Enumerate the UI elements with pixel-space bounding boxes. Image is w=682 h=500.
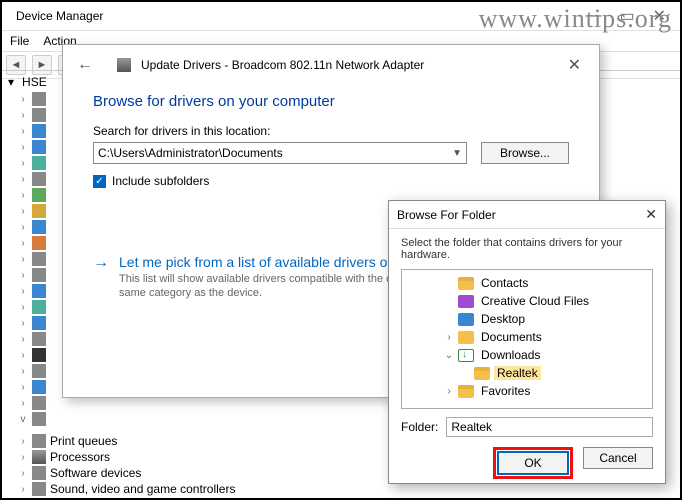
- search-label: Search for drivers in this location:: [93, 124, 569, 138]
- window-title: Device Manager: [16, 9, 103, 23]
- software-devices-icon: [32, 466, 46, 480]
- folder-label: Contacts: [478, 276, 531, 290]
- checkmark-icon: ✓: [93, 175, 106, 188]
- maximize-icon[interactable]: ▭: [613, 6, 640, 26]
- device-category-icon: [32, 316, 46, 330]
- close-icon[interactable]: ✕: [564, 55, 585, 75]
- device-category-icon: [32, 380, 46, 394]
- device-category-icon: [32, 396, 46, 410]
- folder-label: Downloads: [478, 348, 543, 362]
- back-icon[interactable]: ←: [77, 56, 93, 74]
- folder-tree-item[interactable]: Creative Cloud Files: [402, 292, 652, 310]
- include-subfolders-checkbox[interactable]: ✓ Include subfolders: [93, 174, 569, 188]
- menu-file[interactable]: File: [10, 34, 29, 48]
- device-category-icon: [32, 284, 46, 298]
- folder-tree-item[interactable]: Desktop: [402, 310, 652, 328]
- processors-icon: [32, 450, 46, 464]
- cancel-button[interactable]: Cancel: [583, 447, 653, 469]
- browse-button[interactable]: Browse...: [481, 142, 569, 164]
- sound-controllers-icon: [32, 482, 46, 496]
- device-category-icon: [32, 156, 46, 170]
- arrow-right-icon: →: [93, 254, 109, 301]
- pick-link-subtext: This list will show available drivers co…: [119, 272, 398, 301]
- device-category-icon: [32, 412, 46, 426]
- device-category-icon: [32, 236, 46, 250]
- chevron-down-icon: ▼: [452, 148, 462, 159]
- dialog-heading: Browse for drivers on your computer: [63, 81, 599, 124]
- bff-message: Select the folder that contains drivers …: [389, 229, 665, 263]
- device-category-icon: [32, 108, 46, 122]
- device-category-icon: [32, 188, 46, 202]
- driver-icon: [117, 58, 131, 72]
- desk-icon: [458, 313, 474, 326]
- device-category-icon: [32, 364, 46, 378]
- device-category-icon: [32, 204, 46, 218]
- tree-label: Print queues: [50, 434, 117, 448]
- include-subfolders-label: Include subfolders: [112, 174, 209, 188]
- folder-icon: [474, 367, 490, 380]
- tree-label: Sound, video and game controllers: [50, 482, 235, 496]
- device-category-icon: [32, 124, 46, 138]
- minimize-icon[interactable]: —: [579, 7, 607, 25]
- device-category-icon: [32, 140, 46, 154]
- device-category-icon: [32, 348, 46, 362]
- folder-icon: [458, 277, 474, 290]
- folder-tree-item[interactable]: › Favorites: [402, 382, 652, 400]
- folder-label: Desktop: [478, 312, 528, 326]
- device-category-icon: [32, 220, 46, 234]
- folder-label: Documents: [478, 330, 545, 344]
- device-category-icon: [32, 172, 46, 186]
- pick-link-text: Let me pick from a list of available dri…: [119, 254, 387, 270]
- device-category-icon: [32, 300, 46, 314]
- bff-title: Browse For Folder: [397, 208, 496, 222]
- folder-label: Folder:: [401, 420, 438, 434]
- folder-icon: [458, 385, 474, 398]
- device-category-icon: [32, 92, 46, 106]
- expand-icon[interactable]: ›: [444, 386, 454, 397]
- folder-label: Realtek: [494, 366, 541, 380]
- folder-tree-item[interactable]: ⌄ Downloads: [402, 346, 652, 364]
- close-icon[interactable]: ✕: [647, 6, 672, 26]
- expand-icon[interactable]: ▾: [8, 75, 14, 89]
- tree-root-label[interactable]: HSE: [22, 75, 47, 89]
- driver-path-combo[interactable]: C:\Users\Administrator\Documents ▼: [93, 142, 467, 164]
- docs-icon: [458, 331, 474, 344]
- tree-label: Processors: [50, 450, 110, 464]
- tree-label: Software devices: [50, 466, 141, 480]
- print-queues-icon: [32, 434, 46, 448]
- folder-input[interactable]: [446, 417, 653, 437]
- browse-for-folder-dialog: Browse For Folder ✕ Select the folder th…: [388, 200, 666, 484]
- device-category-icon: [32, 268, 46, 282]
- device-category-icon: [32, 332, 46, 346]
- ok-button[interactable]: OK: [498, 452, 568, 474]
- cloud-icon: [458, 295, 474, 308]
- ok-button-highlight: OK: [493, 447, 573, 479]
- device-category-icon: [32, 252, 46, 266]
- folder-tree[interactable]: Contacts Creative Cloud Files Desktop › D…: [401, 269, 653, 409]
- down-icon: [458, 349, 474, 362]
- driver-path-value: C:\Users\Administrator\Documents: [98, 146, 283, 160]
- expand-icon[interactable]: ›: [444, 332, 454, 343]
- dialog-header: Update Drivers - Broadcom 802.11n Networ…: [141, 58, 424, 72]
- folder-tree-item[interactable]: › Documents: [402, 328, 652, 346]
- folder-label: Creative Cloud Files: [478, 294, 592, 308]
- folder-label: Favorites: [478, 384, 533, 398]
- folder-tree-item[interactable]: Realtek: [402, 364, 652, 382]
- folder-tree-item[interactable]: Contacts: [402, 274, 652, 292]
- expand-icon[interactable]: ⌄: [444, 350, 454, 361]
- close-icon[interactable]: ✕: [645, 206, 657, 223]
